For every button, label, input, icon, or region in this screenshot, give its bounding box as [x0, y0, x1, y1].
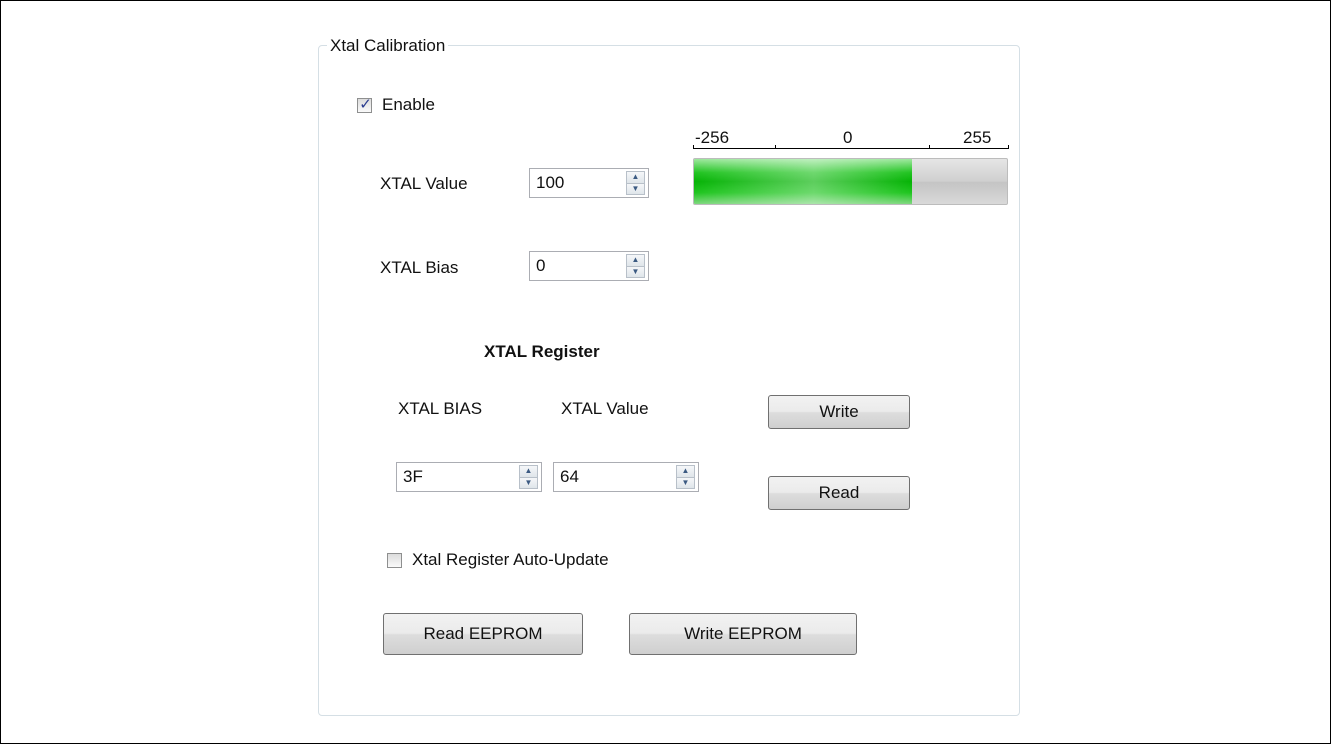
scale-baseline — [693, 148, 1009, 149]
scale-tick — [693, 145, 694, 149]
scale-max-label: 255 — [963, 128, 992, 147]
scale-tick — [775, 145, 776, 149]
register-bias-spin-buttons[interactable]: ▲ ▼ — [519, 465, 538, 489]
spin-down-icon[interactable]: ▼ — [627, 265, 644, 277]
xtal-progress-bar — [693, 158, 1008, 205]
scale-mid-label: 0 — [843, 128, 853, 147]
xtal-value-spinner[interactable]: ▲ ▼ — [529, 168, 649, 198]
scale-tick — [929, 145, 930, 149]
spin-up-icon[interactable]: ▲ — [520, 466, 537, 477]
xtal-bias-spinner[interactable]: ▲ ▼ — [529, 251, 649, 281]
group-title: Xtal Calibration — [327, 36, 449, 56]
register-heading: XTAL Register — [484, 342, 600, 361]
xtal-bias-label: XTAL Bias — [380, 258, 459, 277]
register-value-label: XTAL Value — [561, 399, 649, 418]
spin-down-icon[interactable]: ▼ — [677, 476, 694, 488]
spin-up-icon[interactable]: ▲ — [627, 172, 644, 183]
enable-label: Enable — [382, 95, 435, 114]
write-eeprom-button[interactable]: Write EEPROM — [629, 613, 857, 655]
xtal-value-spin-buttons[interactable]: ▲ ▼ — [626, 171, 645, 195]
register-bias-input[interactable] — [397, 463, 519, 491]
register-bias-spinner[interactable]: ▲ ▼ — [396, 462, 542, 492]
auto-update-label: Xtal Register Auto-Update — [412, 550, 609, 569]
register-bias-label: XTAL BIAS — [398, 399, 483, 418]
register-value-spinner[interactable]: ▲ ▼ — [553, 462, 699, 492]
scale-min-label: -256 — [695, 128, 730, 147]
auto-update-checkbox-box[interactable] — [387, 552, 402, 568]
xtal-value-input[interactable] — [530, 169, 626, 197]
progress-fill — [694, 159, 913, 204]
check-icon: ✓ — [359, 95, 372, 113]
spin-down-icon[interactable]: ▼ — [627, 182, 644, 194]
spin-up-icon[interactable]: ▲ — [627, 255, 644, 266]
scale-tick — [1008, 145, 1009, 149]
read-eeprom-button[interactable]: Read EEPROM — [383, 613, 583, 655]
xtal-value-label: XTAL Value — [380, 174, 468, 193]
auto-update-checkbox[interactable]: Xtal Register Auto-Update — [387, 550, 609, 570]
spin-up-icon[interactable]: ▲ — [677, 466, 694, 477]
register-value-input[interactable] — [554, 463, 676, 491]
write-button[interactable]: Write — [768, 395, 910, 429]
spin-down-icon[interactable]: ▼ — [520, 476, 537, 488]
xtal-bias-input[interactable] — [530, 252, 626, 280]
register-value-spin-buttons[interactable]: ▲ ▼ — [676, 465, 695, 489]
enable-checkbox[interactable]: ✓ Enable — [357, 95, 435, 115]
xtal-scale: -256 0 255 — [693, 128, 1009, 152]
read-button[interactable]: Read — [768, 476, 910, 510]
enable-checkbox-box[interactable]: ✓ — [357, 95, 372, 113]
xtal-bias-spin-buttons[interactable]: ▲ ▼ — [626, 254, 645, 278]
